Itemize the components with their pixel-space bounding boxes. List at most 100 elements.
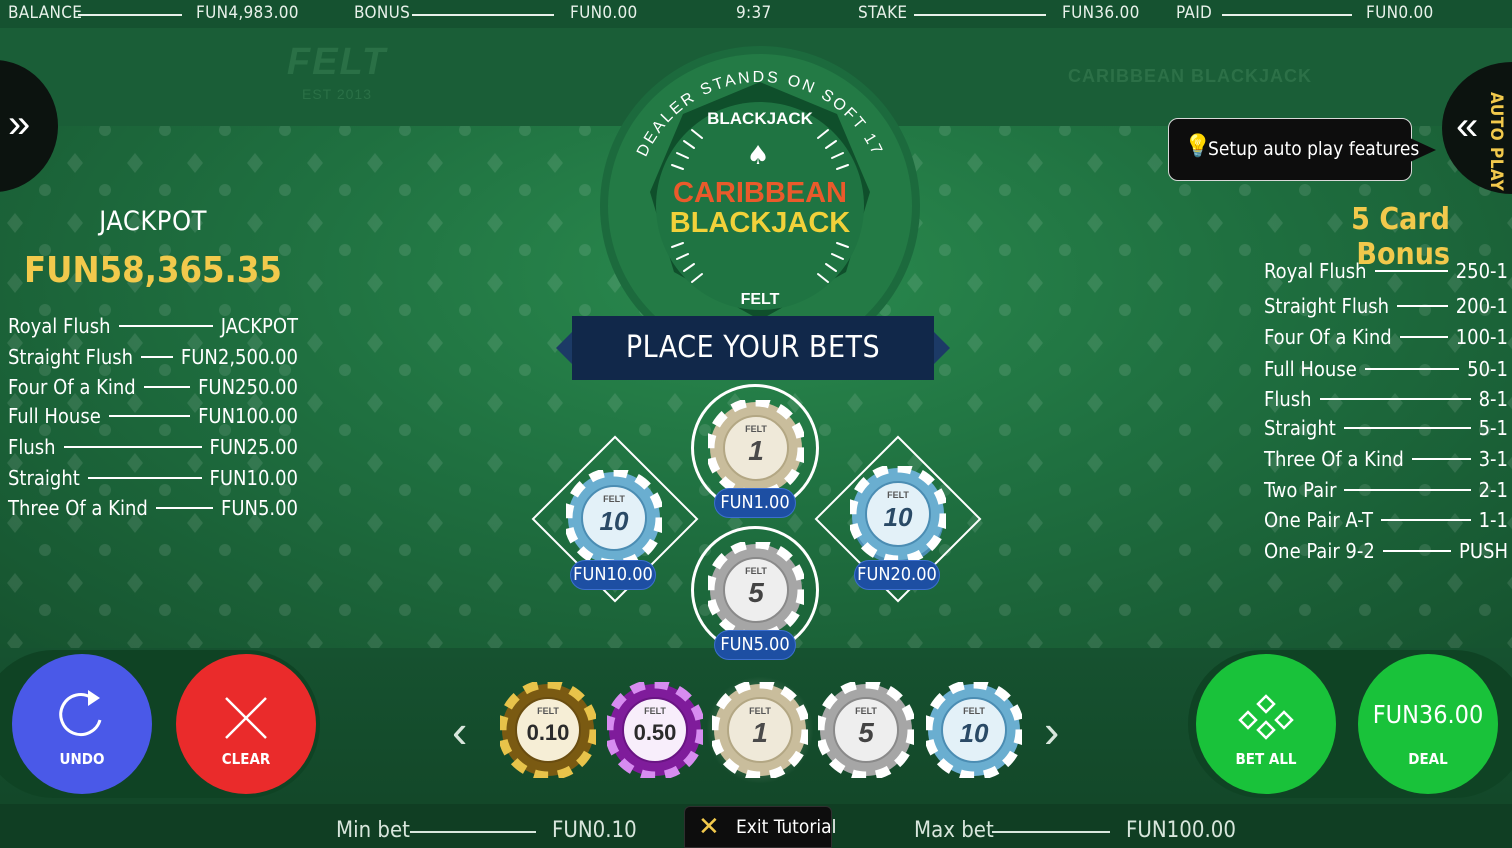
- svg-text:FELT: FELT: [745, 566, 767, 576]
- divider-line: [914, 14, 1046, 16]
- spade-icon: ♠: [746, 141, 769, 171]
- leader-line: [1399, 336, 1448, 338]
- game-logo: CARIBBEAN BLACKJACK: [1068, 66, 1312, 86]
- svg-text:5: 5: [748, 577, 764, 608]
- jackpot-row: Flush FUN25.00: [8, 434, 298, 460]
- hand-payout: FUN25.00: [209, 435, 298, 459]
- chevron-right-icon[interactable]: ›: [1044, 708, 1059, 754]
- place-bets-text: PLACE YOUR BETS: [625, 330, 881, 365]
- hand-payout: 5-1: [1478, 416, 1508, 440]
- undo-arrow-icon: [59, 690, 102, 737]
- hand-payout: 50-1: [1467, 357, 1508, 381]
- bonus-row: One Pair 9-2 PUSH: [1264, 538, 1508, 564]
- jackpot-row: Three Of a Kind FUN5.00: [8, 495, 298, 521]
- chip-right[interactable]: FELT 10: [850, 466, 946, 562]
- bonus-row: Full House 50-1: [1264, 356, 1508, 382]
- chip-left[interactable]: FELT 10: [566, 470, 662, 566]
- svg-text:FELT: FELT: [745, 424, 767, 434]
- felt-logo: FELT EST 2013: [284, 42, 390, 102]
- max-bet-label: Max bet: [914, 818, 994, 843]
- hand-name: Four Of a Kind: [8, 375, 136, 399]
- jackpot-amount: FUN58,365.35: [24, 250, 282, 291]
- diamond-cluster-icon: [1238, 694, 1294, 740]
- svg-text:10: 10: [884, 502, 913, 532]
- bonus-row: Two Pair 2-1: [1264, 477, 1508, 503]
- chip-top[interactable]: FELT 1: [708, 400, 804, 496]
- hand-payout: JACKPOT: [220, 314, 298, 338]
- bonus-label: BONUS: [354, 3, 411, 23]
- bonus-row: Flush 8-1: [1264, 386, 1508, 412]
- hand-payout: 200-1: [1455, 294, 1508, 318]
- svg-text:FELT: FELT: [963, 706, 985, 716]
- hand-payout: FUN2,500.00: [180, 345, 298, 369]
- exit-tutorial-label[interactable]: Exit Tutorial: [736, 816, 836, 838]
- undo-label: UNDO: [59, 750, 105, 768]
- emblem-bottom-text: FELT: [741, 291, 780, 308]
- hand-name: Straight Flush: [8, 345, 134, 369]
- close-icon[interactable]: ✕: [698, 812, 720, 840]
- clock: 9:37: [736, 3, 772, 23]
- hand-payout: 2-1: [1478, 478, 1508, 502]
- paid-label: PAID: [1176, 3, 1213, 23]
- hand-name: Royal Flush: [8, 314, 111, 338]
- tray-chip-5[interactable]: FELT 5: [818, 682, 914, 778]
- svg-text:0.10: 0.10: [527, 720, 570, 745]
- hand-payout: 3-1: [1478, 447, 1508, 471]
- double-chevron-right-icon[interactable]: »: [8, 104, 30, 144]
- leader-line: [118, 325, 213, 327]
- bet-amount-top: FUN1.00: [714, 488, 796, 518]
- hand-name: Two Pair: [1264, 478, 1337, 502]
- banner-ribbon-left: [556, 332, 572, 364]
- emblem-title-line2: BLACKJACK: [670, 207, 851, 239]
- bonus-row: Four Of a Kind 100-1: [1264, 324, 1508, 350]
- stake-value: FUN36.00: [1062, 3, 1140, 23]
- tray-chip-010[interactable]: FELT 0.10: [500, 682, 596, 778]
- svg-text:FELT: FELT: [603, 494, 625, 504]
- hand-name: Flush: [1264, 387, 1312, 411]
- hand-payout: FUN250.00: [198, 375, 298, 399]
- chevron-left-icon[interactable]: ‹: [452, 708, 467, 754]
- emblem-top-text: BLACKJACK: [707, 109, 814, 128]
- x-icon: [225, 697, 267, 739]
- double-chevron-left-icon[interactable]: «: [1456, 106, 1478, 146]
- leader-line: [1364, 368, 1460, 370]
- leader-line: [1344, 489, 1471, 491]
- bet-amount-left: FUN10.00: [570, 560, 656, 590]
- clear-label: CLEAR: [221, 750, 271, 768]
- jackpot-title: JACKPOT: [99, 206, 207, 237]
- tray-chip-050[interactable]: FELT 0.50: [607, 682, 703, 778]
- svg-text:10: 10: [600, 506, 629, 536]
- tray-chip-10[interactable]: FELT 10: [926, 682, 1022, 778]
- jackpot-row: Full House FUN100.00: [8, 403, 298, 429]
- bet-all-label: BET ALL: [1235, 750, 1297, 768]
- paid-value: FUN0.00: [1366, 3, 1434, 23]
- tray-chip-1[interactable]: FELT 1: [712, 682, 808, 778]
- autoplay-label[interactable]: AUTO PLAY: [1486, 92, 1506, 191]
- svg-text:FELT: FELT: [855, 706, 877, 716]
- leader-line: [141, 356, 173, 358]
- min-bet-value: FUN0.10: [552, 818, 637, 843]
- max-bet-value: FUN100.00: [1126, 818, 1236, 843]
- emblem-title-line1: CARIBBEAN: [673, 177, 847, 209]
- hand-name: Full House: [1264, 357, 1357, 381]
- deal-amount: FUN36.00: [1372, 700, 1484, 729]
- hand-name: Flush: [8, 435, 56, 459]
- jackpot-row: Royal Flush JACKPOT: [8, 313, 298, 339]
- hand-payout: FUN5.00: [220, 496, 298, 520]
- hand-payout: 1-1: [1478, 508, 1508, 532]
- hand-name: One Pair A-T: [1264, 508, 1373, 532]
- deal-label: DEAL: [1408, 750, 1448, 768]
- min-bet-label: Min bet: [336, 818, 410, 843]
- leader-line: [87, 477, 202, 479]
- divider-line: [1222, 14, 1352, 16]
- leader-line: [1374, 270, 1448, 272]
- jackpot-row: Straight FUN10.00: [8, 465, 298, 491]
- chip-bottom[interactable]: FELT 5: [708, 542, 804, 638]
- svg-text:10: 10: [960, 718, 989, 748]
- leader-line: [108, 415, 191, 417]
- hand-name: Straight: [1264, 416, 1336, 440]
- bonus-row: Straight Flush 200-1: [1264, 293, 1508, 319]
- divider-line: [78, 14, 182, 16]
- hand-payout: 250-1: [1455, 259, 1508, 283]
- hand-name: Three Of a Kind: [8, 496, 148, 520]
